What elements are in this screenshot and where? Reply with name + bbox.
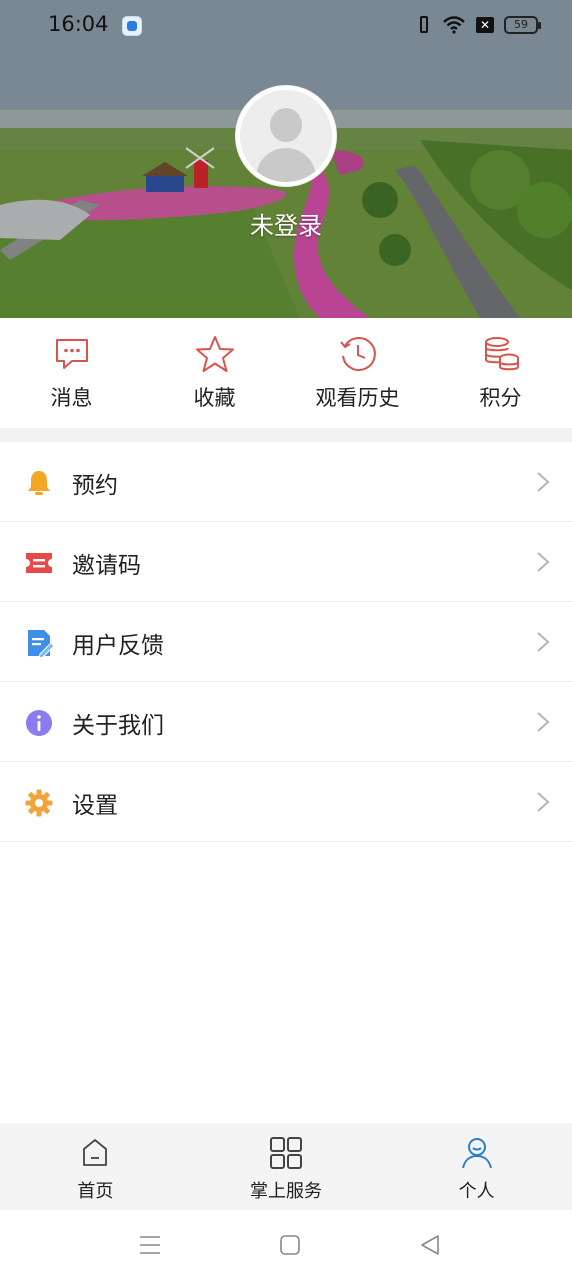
menu-item-label: 用户反馈 — [72, 633, 164, 659]
vibrate-icon — [416, 14, 432, 36]
chevron-right-icon — [537, 472, 550, 492]
profile-header: 16:04 ✕ 59 未登录 — [0, 0, 572, 318]
quick-action-messages[interactable]: 消息 — [0, 318, 143, 428]
home-button-icon[interactable] — [278, 1234, 302, 1256]
tab-home[interactable]: 首页 — [0, 1123, 191, 1210]
info-icon — [26, 710, 52, 736]
battery-icon: 59 — [504, 16, 541, 34]
status-time: 16:04 — [48, 12, 109, 36]
points-icon — [484, 337, 519, 371]
status-icons: ✕ 59 — [416, 14, 541, 36]
menu-item-feedback[interactable]: 用户反馈 — [0, 602, 572, 682]
chevron-right-icon — [537, 552, 550, 572]
menu-item-settings[interactable]: 设置 — [0, 762, 572, 842]
wifi-icon — [443, 16, 465, 34]
menu-item-reservation[interactable]: 预约 — [0, 442, 572, 522]
quick-action-favorites[interactable]: 收藏 — [143, 318, 286, 428]
grid-icon — [270, 1137, 302, 1169]
chevron-right-icon — [537, 792, 550, 812]
quick-action-points[interactable]: 积分 — [429, 318, 572, 428]
menu-icon[interactable] — [138, 1234, 162, 1256]
history-icon — [339, 336, 376, 371]
app-notification-icon — [122, 16, 142, 36]
avatar[interactable] — [236, 86, 336, 186]
tab-label: 首页 — [77, 1181, 114, 1202]
status-bar: 16:04 ✕ 59 — [0, 0, 572, 52]
menu-item-label: 设置 — [72, 793, 118, 819]
home-icon — [83, 1139, 108, 1166]
no-sim-icon: ✕ — [476, 17, 494, 33]
ticket-icon — [26, 553, 52, 573]
gear-icon — [25, 789, 53, 817]
back-icon[interactable] — [418, 1234, 442, 1256]
avatar-placeholder-icon — [240, 90, 332, 182]
menu-item-about-us[interactable]: 关于我们 — [0, 682, 572, 762]
star-icon — [195, 336, 234, 372]
menu-item-label: 预约 — [72, 473, 118, 499]
message-icon — [55, 339, 88, 369]
tab-label: 掌上服务 — [250, 1181, 322, 1202]
quick-actions: 消息 收藏 观看历史 积分 — [0, 318, 572, 428]
menu-item-label: 邀请码 — [72, 553, 141, 579]
tab-profile[interactable]: 个人 — [381, 1123, 572, 1210]
quick-action-label: 收藏 — [193, 386, 236, 410]
bottom-tab-bar: 首页 掌上服务 个人 — [0, 1123, 572, 1210]
section-divider — [0, 428, 572, 442]
quick-action-label: 观看历史 — [315, 386, 400, 410]
chevron-right-icon — [537, 712, 550, 732]
tab-services[interactable]: 掌上服务 — [191, 1123, 382, 1210]
person-icon — [461, 1138, 492, 1169]
quick-action-label: 积分 — [479, 386, 522, 410]
menu-item-invite-code[interactable]: 邀请码 — [0, 522, 572, 602]
quick-action-history[interactable]: 观看历史 — [286, 318, 429, 428]
bell-icon — [28, 471, 50, 495]
quick-action-label: 消息 — [50, 386, 93, 410]
login-status-text[interactable]: 未登录 — [0, 206, 572, 241]
menu-item-label: 关于我们 — [72, 713, 164, 739]
menu-list: 预约 邀请码 用户反馈 关于我们 设置 — [0, 442, 572, 842]
feedback-icon — [28, 630, 54, 658]
tab-label: 个人 — [458, 1181, 495, 1202]
system-navigation-bar — [0, 1210, 572, 1280]
chevron-right-icon — [537, 632, 550, 652]
